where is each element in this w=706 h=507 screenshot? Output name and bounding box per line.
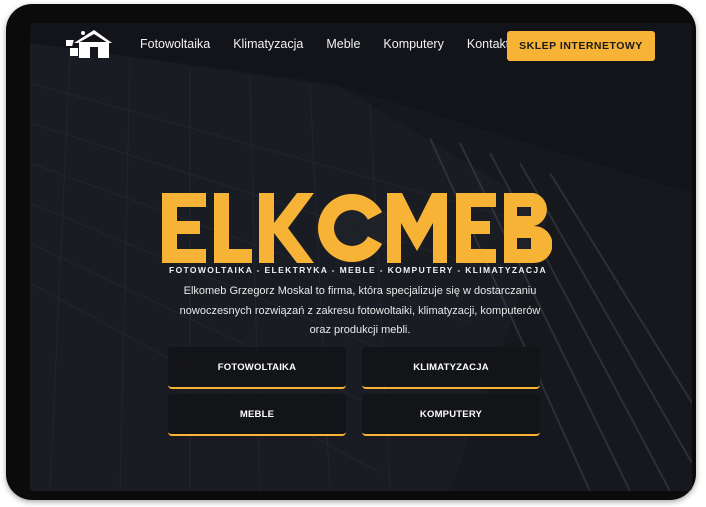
tile-fotowoltaika[interactable]: FOTOWOLTAIKA (168, 347, 346, 389)
shop-button[interactable]: SKLEP INTERNETOWY (507, 31, 655, 61)
nav-link-meble[interactable]: Meble (326, 37, 360, 51)
nav-link-fotowoltaika[interactable]: Fotowoltaika (140, 37, 210, 51)
nav-links: Fotowoltaika Klimatyzacja Meble Komputer… (140, 37, 532, 51)
elkomeb-logo (162, 193, 552, 263)
tile-klimatyzacja[interactable]: KLIMATYZACJA (362, 347, 540, 389)
top-navigation: Fotowoltaika Klimatyzacja Meble Komputer… (30, 23, 692, 69)
nav-link-klimatyzacja[interactable]: Klimatyzacja (233, 37, 303, 51)
company-description: Elkomeb Grzegorz Moskal to firma, która … (179, 285, 541, 336)
tagline: FOTOWOLTAIKA - ELEKTRYKA - MEBLE - KOMPU… (169, 265, 547, 275)
house-solar-logo-icon[interactable] (66, 28, 112, 60)
tile-komputery[interactable]: KOMPUTERY (362, 394, 540, 436)
device-frame: Fotowoltaika Klimatyzacja Meble Komputer… (6, 4, 696, 500)
nav-link-kontakt[interactable]: Kontakt (467, 37, 509, 51)
nav-link-komputery[interactable]: Komputery (383, 37, 443, 51)
tile-meble[interactable]: MEBLE (168, 394, 346, 436)
website-screen: Fotowoltaika Klimatyzacja Meble Komputer… (30, 23, 692, 491)
